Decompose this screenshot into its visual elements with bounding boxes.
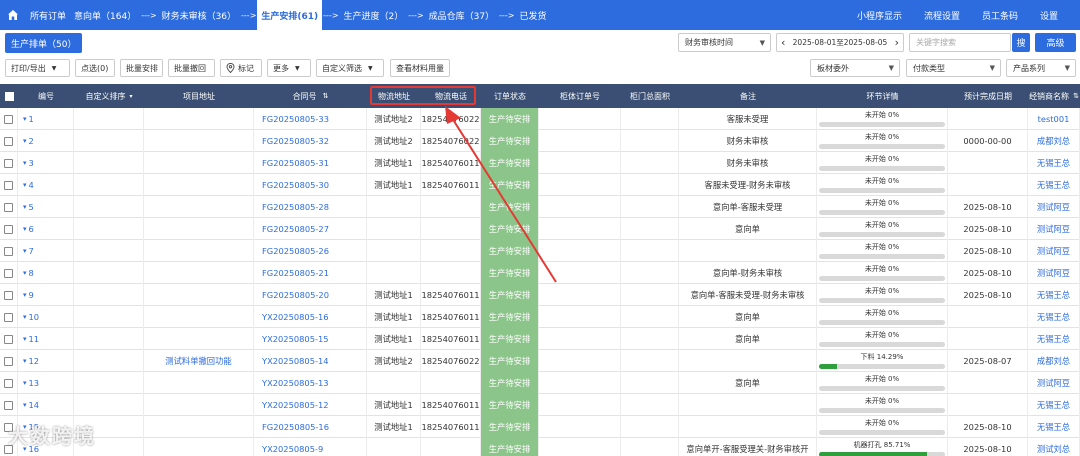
watermark-logo: 大数跨境 <box>8 424 96 448</box>
annotation-arrow <box>445 106 557 283</box>
